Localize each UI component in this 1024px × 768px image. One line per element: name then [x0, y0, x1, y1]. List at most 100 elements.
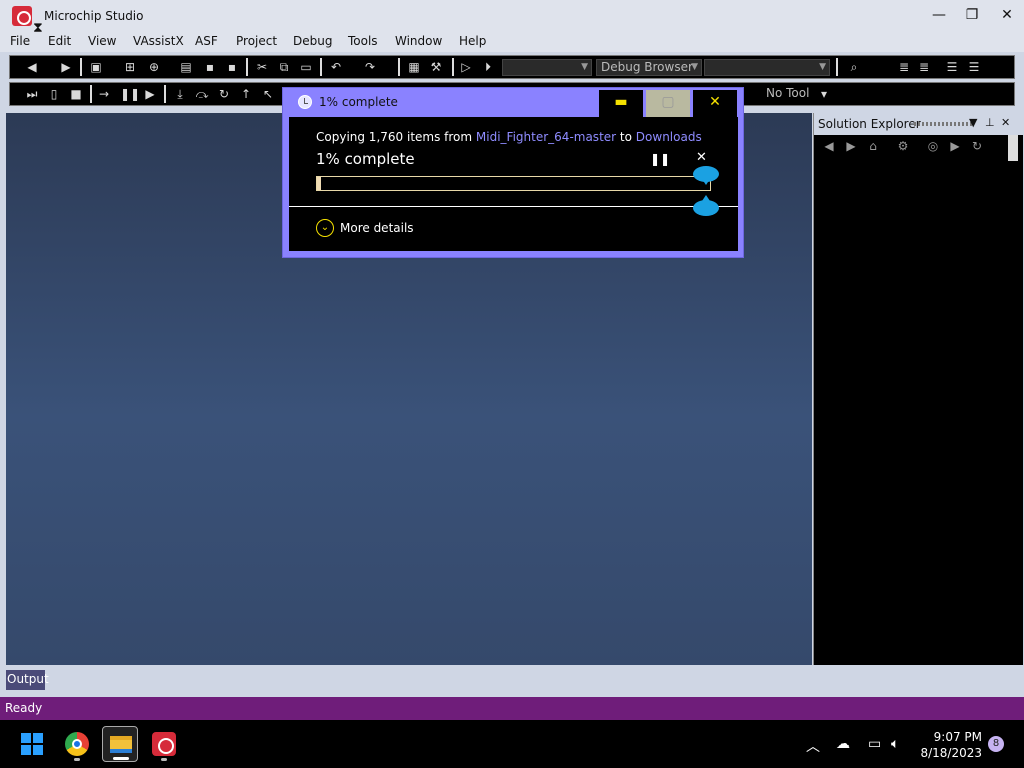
output-tab[interactable]: Output — [6, 670, 49, 690]
menu-window[interactable]: Window — [395, 34, 442, 48]
start-debugging-icon[interactable]: ⏵ — [480, 59, 496, 75]
toolbar-separator — [398, 58, 400, 76]
debug-browser-label: Debug Browser — [601, 60, 693, 74]
tool-settings-icon[interactable]: ⚒ — [428, 59, 444, 75]
microchip-studio-logo-icon[interactable] — [12, 6, 32, 26]
toolbar-overflow-icon[interactable]: ▾ — [816, 86, 832, 102]
new-project-icon[interactable]: ▣ — [88, 59, 104, 75]
window-title: Microchip Studio — [44, 9, 144, 23]
volume-icon[interactable]: 🔈︎ — [891, 736, 899, 752]
show-hidden-icons-chevron-icon[interactable]: ︿ — [806, 736, 820, 756]
comment-icon[interactable]: ☰ — [944, 59, 960, 75]
find-combo[interactable]: ▼ — [704, 59, 830, 76]
status-text: Ready — [5, 701, 43, 715]
step-back-icon[interactable]: ↑ — [238, 86, 254, 102]
file-explorer-icon[interactable] — [102, 726, 138, 762]
paste-icon[interactable]: ▭ — [298, 59, 314, 75]
panel-grip[interactable] — [914, 122, 972, 126]
stop-debugging-icon[interactable]: ■ — [68, 86, 84, 102]
cut-icon[interactable]: ✂ — [254, 59, 270, 75]
source-folder-link[interactable]: Midi_Fighter_64-master — [476, 130, 616, 144]
pause-button[interactable]: ❚❚ — [650, 152, 670, 166]
save-icon[interactable]: ▪ — [202, 59, 218, 75]
properties-wrench-icon[interactable]: ⚙ — [896, 139, 910, 153]
outdent-icon[interactable]: ≣ — [896, 59, 912, 75]
new-item-icon[interactable]: ⊞ — [122, 59, 138, 75]
close-button[interactable]: ✕ — [992, 4, 1022, 26]
microchip-studio-taskbar-icon[interactable] — [146, 726, 182, 762]
copy-icon[interactable]: ⧉ — [276, 59, 292, 75]
pin-icon[interactable]: ⊥ — [985, 116, 995, 129]
refresh-icon[interactable]: ↻ — [970, 139, 984, 153]
toolbar-separator — [90, 85, 92, 103]
home-icon[interactable]: ⌂ — [866, 139, 880, 153]
pause-icon[interactable]: ❚❚ — [120, 86, 140, 102]
find-in-files-icon[interactable]: ⌕ — [846, 59, 862, 75]
step-over-icon[interactable]: ⤼ — [194, 86, 210, 102]
show-all-files-icon[interactable]: ◎ — [926, 139, 940, 153]
menu-bar: File Edit View VAssistX ASF Project Debu… — [0, 32, 1024, 52]
selection-handle-top[interactable] — [693, 166, 719, 185]
show-next-statement-icon[interactable]: → — [96, 86, 112, 102]
run-icon[interactable]: ▶ — [142, 86, 158, 102]
scrollbar[interactable] — [1008, 135, 1018, 161]
notification-badge[interactable]: 8 — [988, 736, 1004, 752]
start-without-debug-icon[interactable]: ▷ — [458, 59, 474, 75]
menu-asf[interactable]: ASF — [195, 34, 218, 48]
network-icon[interactable]: ▭ — [868, 736, 881, 752]
dialog-title-bar[interactable]: 1% complete ▬ ▢ ✕ — [283, 88, 743, 117]
restore-button[interactable]: ❐ — [957, 4, 987, 26]
clock-time: 9:07 PM — [933, 730, 982, 744]
menu-file[interactable]: File — [10, 34, 30, 48]
panel-dropdown-icon[interactable]: ▼ — [969, 116, 977, 129]
chevron-down-icon[interactable]: ⌄ — [316, 219, 334, 237]
redo-icon[interactable]: ↷ — [362, 59, 378, 75]
indent-icon[interactable]: ≣ — [916, 59, 932, 75]
device-programming-icon[interactable]: ▦ — [406, 59, 422, 75]
pointer-icon[interactable]: ↖ — [260, 86, 276, 102]
selection-handle-bottom[interactable] — [693, 195, 719, 216]
dialog-minimize-button[interactable]: ▬ — [599, 90, 643, 117]
menu-help[interactable]: Help — [459, 34, 486, 48]
forward-icon[interactable]: ▶ — [58, 59, 74, 75]
standard-toolbar: ◀ ▶ ▣ ⊞ ⊕ ▤ ▪ ▪ ✂ ⧉ ▭ ↶ ↷ ▦ ⚒ ▷ ⏵ ▼ Debu… — [9, 55, 1015, 79]
menu-vassistx[interactable]: VAssistX — [133, 34, 184, 48]
break-all-icon[interactable]: ▯ — [46, 86, 62, 102]
back-icon[interactable]: ◀ — [822, 139, 836, 153]
no-tool-label[interactable]: No Tool — [766, 86, 809, 100]
minimize-button[interactable]: — — [924, 4, 954, 26]
destination-folder-link[interactable]: Downloads — [636, 130, 702, 144]
configuration-dropdown[interactable]: ▼ — [502, 59, 592, 76]
taskbar-clock[interactable]: 9:07 PM 8/18/2023 — [918, 729, 982, 761]
undo-icon[interactable]: ↶ — [328, 59, 344, 75]
continue-icon[interactable]: ⏭ — [24, 86, 40, 102]
menu-project[interactable]: Project — [236, 34, 277, 48]
more-details-button[interactable]: More details — [340, 221, 414, 235]
uncomment-icon[interactable]: ☰ — [966, 59, 982, 75]
chrome-icon[interactable] — [59, 726, 95, 762]
add-item-icon[interactable]: ⊕ — [146, 59, 162, 75]
open-file-icon[interactable]: ▤ — [178, 59, 194, 75]
percent-complete: 1% complete — [316, 150, 415, 168]
progress-fill — [317, 177, 321, 190]
step-into-icon[interactable]: ⤓ — [172, 86, 188, 102]
panel-close-icon[interactable]: ✕ — [1001, 116, 1010, 129]
step-out-icon[interactable]: ↻ — [216, 86, 232, 102]
preview-icon[interactable]: ▶ — [948, 139, 962, 153]
menu-edit[interactable]: Edit — [48, 34, 71, 48]
copy-progress-dialog: 1% complete ▬ ▢ ✕ Copying 1,760 items fr… — [282, 87, 744, 258]
menu-debug[interactable]: Debug — [293, 34, 332, 48]
cancel-button[interactable]: ✕ — [696, 150, 707, 165]
menu-tools[interactable]: Tools — [348, 34, 378, 48]
start-button-windows-icon[interactable] — [16, 726, 52, 762]
save-all-icon[interactable]: ▪ — [224, 59, 240, 75]
status-bar: Ready — [0, 697, 1024, 720]
menu-view[interactable]: View — [88, 34, 116, 48]
solution-explorer-header: Solution Explorer ▼ ⊥ ✕ — [814, 113, 1023, 135]
back-icon[interactable]: ◀ — [24, 59, 40, 75]
onedrive-warning-icon[interactable]: ☁ — [836, 736, 850, 752]
debug-browser-dropdown[interactable]: Debug Browser ▼ — [596, 59, 702, 76]
dialog-close-button[interactable]: ✕ — [693, 90, 737, 117]
forward-icon[interactable]: ▶ — [844, 139, 858, 153]
toolbar-separator — [452, 58, 454, 76]
